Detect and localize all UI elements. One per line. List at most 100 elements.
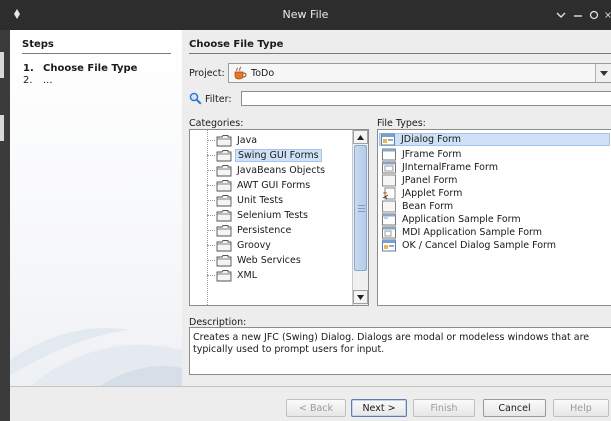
tree-item-label: Web Services — [237, 255, 301, 266]
file-type-bean-form[interactable]: Bean Form — [380, 200, 610, 213]
project-select[interactable]: ToDo — [228, 63, 611, 83]
file-type-japplet-form[interactable]: JApplet Form — [380, 187, 610, 200]
project-label: Project: — [189, 68, 225, 79]
tree-item-xml[interactable]: XML — [190, 268, 352, 283]
file-type-jinternalframe-form[interactable]: JInternalFrame Form — [380, 161, 610, 174]
frame-form-icon — [382, 148, 396, 161]
chevron-down-icon — [556, 12, 566, 18]
file-type-label: JApplet Form — [402, 188, 463, 199]
back-button[interactable]: < Back — [286, 399, 346, 417]
application-form-icon — [382, 213, 396, 226]
folder-icon — [216, 255, 232, 267]
mdi-form-icon — [382, 226, 396, 239]
dropdown-arrow-button[interactable] — [595, 64, 611, 82]
cancel-button[interactable]: Cancel — [483, 399, 546, 417]
tree-item-swing-gui-forms[interactable]: Swing GUI Forms — [190, 148, 352, 163]
tree-item-persistence[interactable]: Persistence — [190, 223, 352, 238]
folder-icon — [216, 135, 232, 147]
tree-item-label: Groovy — [237, 240, 271, 251]
triangle-down-icon — [357, 294, 364, 300]
folder-icon — [216, 150, 232, 162]
bean-form-icon — [382, 200, 396, 213]
tree-item-web-services[interactable]: Web Services — [190, 253, 352, 268]
coffee-cup-icon — [234, 66, 247, 80]
internal-frame-icon — [382, 161, 396, 174]
tree-connector — [207, 185, 215, 186]
step-label: Choose File Type — [43, 63, 138, 74]
file-type-mdi-application-sample-form[interactable]: MDI Application Sample Form — [380, 226, 610, 239]
file-type-jpanel-form[interactable]: JPanel Form — [380, 174, 610, 187]
dialog-form-icon — [382, 239, 396, 252]
search-icon — [189, 92, 202, 105]
close-button[interactable] — [601, 6, 611, 24]
file-types-label: File Types: — [377, 118, 426, 129]
next-button[interactable]: Next > — [351, 399, 407, 417]
step-item: 2.... — [23, 75, 53, 86]
tree-connector — [207, 140, 215, 141]
categories-scrollbar[interactable] — [352, 130, 368, 305]
step-number: 2. — [23, 75, 33, 86]
panel-form-icon — [382, 174, 396, 187]
tree-item-label: XML — [237, 270, 257, 281]
file-type-label: Application Sample Form — [402, 214, 521, 225]
categories-tree[interactable]: Java Swing GUI Forms JavaBeans Objects A… — [189, 129, 369, 306]
dialog-form-icon — [381, 133, 395, 146]
file-type-label: OK / Cancel Dialog Sample Form — [402, 240, 556, 251]
filter-label: Filter: — [205, 94, 232, 105]
categories-label: Categories: — [189, 118, 244, 129]
file-type-label: Bean Form — [402, 201, 454, 212]
grip-line — [358, 211, 365, 212]
minimize-icon — [574, 15, 582, 17]
tree-view: Java Swing GUI Forms JavaBeans Objects A… — [190, 130, 352, 305]
file-type-jdialog-form[interactable]: JDialog Form — [379, 133, 610, 146]
tree-connector — [207, 215, 215, 216]
background-tab — [0, 52, 4, 78]
scroll-down-button[interactable] — [353, 290, 368, 304]
file-type-label: MDI Application Sample Form — [402, 227, 543, 238]
divider — [22, 53, 171, 54]
background-tab — [0, 115, 4, 141]
minimize-button[interactable] — [570, 6, 586, 24]
step-label: ... — [43, 75, 53, 86]
tree-item-java[interactable]: Java — [190, 133, 352, 148]
step-item: 1. Choose File Type — [23, 63, 137, 74]
tree-item-groovy[interactable]: Groovy — [190, 238, 352, 253]
file-type-label: JPanel Form — [402, 175, 458, 186]
tree-item-awt-gui-forms[interactable]: AWT GUI Forms — [190, 178, 352, 193]
tree-item-unit-tests[interactable]: Unit Tests — [190, 193, 352, 208]
tree-item-label: Swing GUI Forms — [235, 149, 322, 162]
close-icon — [605, 12, 611, 18]
step-number: 1. — [23, 63, 34, 74]
file-types-list[interactable]: JDialog Form JFrame Form JInternalFrame … — [377, 129, 611, 306]
circle-icon — [589, 10, 599, 20]
file-type-application-sample-form[interactable]: Application Sample Form — [380, 213, 610, 226]
filter-input[interactable] — [241, 91, 611, 106]
divider — [10, 386, 611, 387]
scroll-up-button[interactable] — [353, 130, 368, 144]
file-type-jframe-form[interactable]: JFrame Form — [380, 148, 610, 161]
tree-item-label: AWT GUI Forms — [237, 180, 311, 191]
tree-connector — [207, 155, 215, 156]
help-button[interactable]: Help — [553, 399, 609, 417]
file-type-ok-cancel-dialog-sample-form[interactable]: OK / Cancel Dialog Sample Form — [380, 239, 610, 252]
scroll-thumb[interactable] — [354, 145, 367, 271]
tree-item-selenium-tests[interactable]: Selenium Tests — [190, 208, 352, 223]
page-title: Choose File Type — [189, 39, 284, 50]
steps-title: Steps — [22, 39, 54, 50]
tree-item-label: Persistence — [237, 225, 292, 236]
window-menu-button[interactable] — [553, 6, 569, 24]
tree-item-javabeans-objects[interactable]: JavaBeans Objects — [190, 163, 352, 178]
new-file-dialog: Steps 1. Choose File Type 2.... Choose Fi… — [10, 30, 611, 421]
tree-connector — [207, 275, 215, 276]
finish-button[interactable]: Finish — [413, 399, 475, 417]
file-type-label: JDialog Form — [401, 134, 462, 145]
grip-line — [358, 205, 365, 206]
steps-panel: Steps 1. Choose File Type 2.... — [10, 30, 182, 386]
description-text: Creates a new JFC (Swing) Dialog. Dialog… — [189, 327, 611, 375]
background-window-edge — [0, 30, 10, 421]
folder-icon — [216, 225, 232, 237]
file-type-label: JFrame Form — [402, 149, 462, 160]
maximize-button[interactable] — [586, 6, 602, 24]
project-value: ToDo — [251, 68, 275, 79]
grip-line — [358, 208, 365, 209]
